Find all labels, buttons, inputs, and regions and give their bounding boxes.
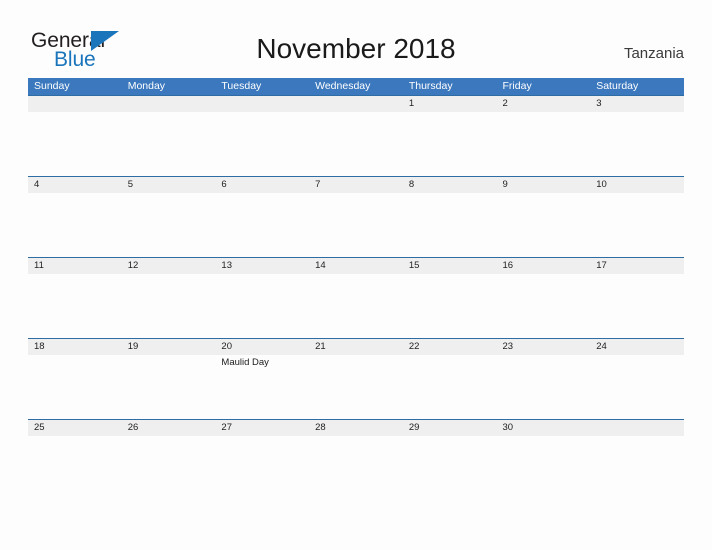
day-cell[interactable] xyxy=(403,193,497,257)
weekday-header-saturday: Saturday xyxy=(596,80,639,92)
day-number[interactable]: 23 xyxy=(497,339,591,355)
day-number[interactable]: 1 xyxy=(403,96,497,112)
weekday-header-monday: Monday xyxy=(127,80,166,92)
day-cell[interactable] xyxy=(403,112,497,176)
weekday-header-thursday: Thursday xyxy=(408,80,453,92)
week-row: 4 5 6 7 8 9 10 xyxy=(28,176,684,257)
day-cell[interactable] xyxy=(122,355,216,419)
day-number[interactable] xyxy=(309,96,403,112)
day-number[interactable]: 2 xyxy=(497,96,591,112)
day-number[interactable]: 27 xyxy=(215,420,309,436)
day-cell[interactable]: Maulid Day xyxy=(215,355,309,419)
day-cell[interactable] xyxy=(28,193,122,257)
week-date-band: 1 2 3 xyxy=(28,96,684,112)
page-title: November 2018 xyxy=(256,33,456,64)
day-number[interactable]: 6 xyxy=(215,177,309,193)
calendar-grid: Sunday Monday Tuesday Wednesday Thursday… xyxy=(28,78,684,446)
day-cell[interactable] xyxy=(215,193,309,257)
day-number[interactable]: 16 xyxy=(497,258,591,274)
week-row: 1 2 3 xyxy=(28,95,684,176)
week-row: 11 12 13 14 15 16 17 xyxy=(28,257,684,338)
week-date-band: 11 12 13 14 15 16 17 xyxy=(28,258,684,274)
day-number[interactable]: 11 xyxy=(28,258,122,274)
day-cell[interactable] xyxy=(215,274,309,338)
country-label: Tanzania xyxy=(623,45,684,62)
week-date-band: 18 19 20 21 22 23 24 xyxy=(28,339,684,355)
day-number[interactable]: 29 xyxy=(403,420,497,436)
weekday-header-sunday: Sunday xyxy=(34,80,70,92)
day-number[interactable]: 9 xyxy=(497,177,591,193)
calendar-page: General Blue November 2018 Tanzania Sund… xyxy=(0,0,712,550)
weekday-header-wednesday: Wednesday xyxy=(315,80,371,92)
event-label: Maulid Day xyxy=(221,357,269,368)
day-number[interactable]: 10 xyxy=(590,177,684,193)
day-cell[interactable] xyxy=(590,355,684,419)
day-cell[interactable] xyxy=(590,193,684,257)
week-row: 25 26 27 28 29 30 xyxy=(28,419,684,446)
day-cell[interactable] xyxy=(28,112,122,176)
day-number[interactable] xyxy=(590,420,684,436)
day-cell[interactable] xyxy=(497,355,591,419)
day-number[interactable]: 4 xyxy=(28,177,122,193)
day-cell[interactable] xyxy=(28,355,122,419)
day-number[interactable] xyxy=(122,96,216,112)
day-number[interactable]: 3 xyxy=(590,96,684,112)
day-number[interactable] xyxy=(28,96,122,112)
day-cell[interactable] xyxy=(309,112,403,176)
day-number[interactable]: 15 xyxy=(403,258,497,274)
day-cell[interactable] xyxy=(309,274,403,338)
week-date-band: 25 26 27 28 29 30 xyxy=(28,420,684,436)
page-header: General Blue November 2018 Tanzania xyxy=(0,0,712,78)
day-number[interactable]: 26 xyxy=(122,420,216,436)
day-cell[interactable] xyxy=(309,355,403,419)
week-date-band: 4 5 6 7 8 9 10 xyxy=(28,177,684,193)
day-number[interactable]: 5 xyxy=(122,177,216,193)
day-number[interactable]: 24 xyxy=(590,339,684,355)
day-cell[interactable] xyxy=(122,274,216,338)
day-cell[interactable] xyxy=(590,274,684,338)
week-event-band xyxy=(28,112,684,176)
day-number[interactable]: 14 xyxy=(309,258,403,274)
day-number[interactable]: 18 xyxy=(28,339,122,355)
day-cell[interactable] xyxy=(403,274,497,338)
week-row: 18 19 20 21 22 23 24 Maulid Day xyxy=(28,338,684,419)
day-cell[interactable] xyxy=(497,112,591,176)
day-cell[interactable] xyxy=(403,355,497,419)
day-number[interactable] xyxy=(215,96,309,112)
day-number[interactable]: 22 xyxy=(403,339,497,355)
day-cell[interactable] xyxy=(590,112,684,176)
day-number[interactable]: 21 xyxy=(309,339,403,355)
day-cell[interactable] xyxy=(122,112,216,176)
week-event-band: Maulid Day xyxy=(28,355,684,419)
day-number[interactable]: 13 xyxy=(215,258,309,274)
day-cell[interactable] xyxy=(215,112,309,176)
day-number[interactable]: 17 xyxy=(590,258,684,274)
day-number[interactable]: 7 xyxy=(309,177,403,193)
day-cell[interactable] xyxy=(497,274,591,338)
day-number[interactable]: 12 xyxy=(122,258,216,274)
week-event-band xyxy=(28,274,684,338)
day-cell[interactable] xyxy=(28,274,122,338)
day-cell[interactable] xyxy=(309,193,403,257)
weekday-header-friday: Friday xyxy=(502,80,532,92)
day-number[interactable]: 8 xyxy=(403,177,497,193)
week-event-band xyxy=(28,193,684,257)
day-number[interactable]: 28 xyxy=(309,420,403,436)
day-cell[interactable] xyxy=(122,193,216,257)
day-cell[interactable] xyxy=(497,193,591,257)
day-number[interactable]: 19 xyxy=(122,339,216,355)
day-number[interactable]: 25 xyxy=(28,420,122,436)
weekday-header-row: Sunday Monday Tuesday Wednesday Thursday… xyxy=(28,78,684,95)
day-number[interactable]: 20 xyxy=(215,339,309,355)
day-number[interactable]: 30 xyxy=(497,420,591,436)
weekday-header-tuesday: Tuesday xyxy=(221,80,262,92)
